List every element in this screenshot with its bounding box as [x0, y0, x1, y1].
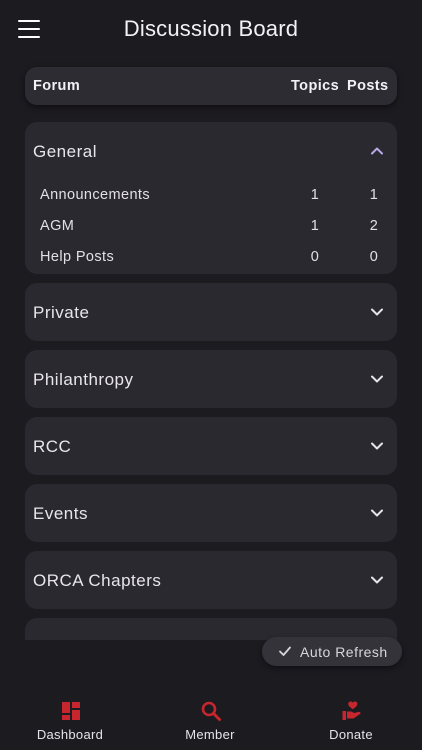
chevron-down-icon [369, 438, 385, 454]
bottom-navigation: Dashboard Member Donate [0, 690, 422, 750]
subforum-posts-count: 2 [369, 218, 379, 234]
forum-card-general: General Announcements 1 1 AGM 1 2 Help P… [25, 122, 397, 274]
donate-hand-heart-icon [341, 700, 363, 722]
subforum-row-agm[interactable]: AGM 1 2 [25, 215, 397, 239]
subforum-name: AGM [40, 218, 75, 234]
app-header: Discussion Board [0, 0, 422, 62]
forum-title: ORCA Chapters [33, 571, 162, 590]
subforum-posts-count: 0 [369, 249, 379, 265]
subforum-row-announcements[interactable]: Announcements 1 1 [25, 184, 397, 208]
subforum-row-help-posts[interactable]: Help Posts 0 0 [25, 246, 397, 270]
forum-card-orca-chapters[interactable]: ORCA Chapters [25, 551, 397, 609]
subforum-name: Announcements [40, 187, 150, 203]
nav-label: Dashboard [36, 727, 104, 742]
forum-title: General [33, 142, 97, 161]
page-title: Discussion Board [123, 16, 299, 41]
chevron-down-icon [369, 371, 385, 387]
column-posts-label: Posts [347, 78, 389, 94]
subforum-topics-count: 0 [310, 249, 320, 265]
nav-donate[interactable]: Donate [301, 690, 401, 746]
subforum-topics-count: 1 [310, 218, 320, 234]
forum-card-rcc[interactable]: RCC [25, 417, 397, 475]
chevron-down-icon [369, 505, 385, 521]
nav-label: Donate [329, 727, 373, 742]
chevron-down-icon [369, 572, 385, 588]
column-topics-label: Topics [291, 78, 340, 94]
search-icon [200, 700, 222, 722]
auto-refresh-label: Auto Refresh [300, 644, 388, 660]
checkmark-icon [278, 644, 292, 658]
forum-card-events[interactable]: Events [25, 484, 397, 542]
nav-label: Member [185, 727, 235, 742]
nav-dashboard[interactable]: Dashboard [20, 690, 120, 746]
forum-header-general[interactable]: General [25, 122, 397, 178]
column-forum-label: Forum [33, 78, 81, 94]
chevron-down-icon [369, 304, 385, 320]
forum-title: Private [33, 303, 90, 322]
forum-title: Events [33, 504, 88, 523]
forum-title: Philanthropy [33, 370, 134, 389]
forum-title: RCC [33, 437, 72, 456]
dashboard-icon [60, 700, 82, 722]
forum-card-philanthropy[interactable]: Philanthropy [25, 350, 397, 408]
subforum-topics-count: 1 [310, 187, 320, 203]
forum-card-private[interactable]: Private [25, 283, 397, 341]
chevron-up-icon [369, 143, 385, 159]
subforum-posts-count: 1 [369, 187, 379, 203]
forum-column-header: Forum Topics Posts [25, 67, 397, 105]
nav-member[interactable]: Member [160, 690, 260, 746]
auto-refresh-toggle[interactable]: Auto Refresh [262, 637, 402, 666]
subforum-name: Help Posts [40, 249, 115, 265]
